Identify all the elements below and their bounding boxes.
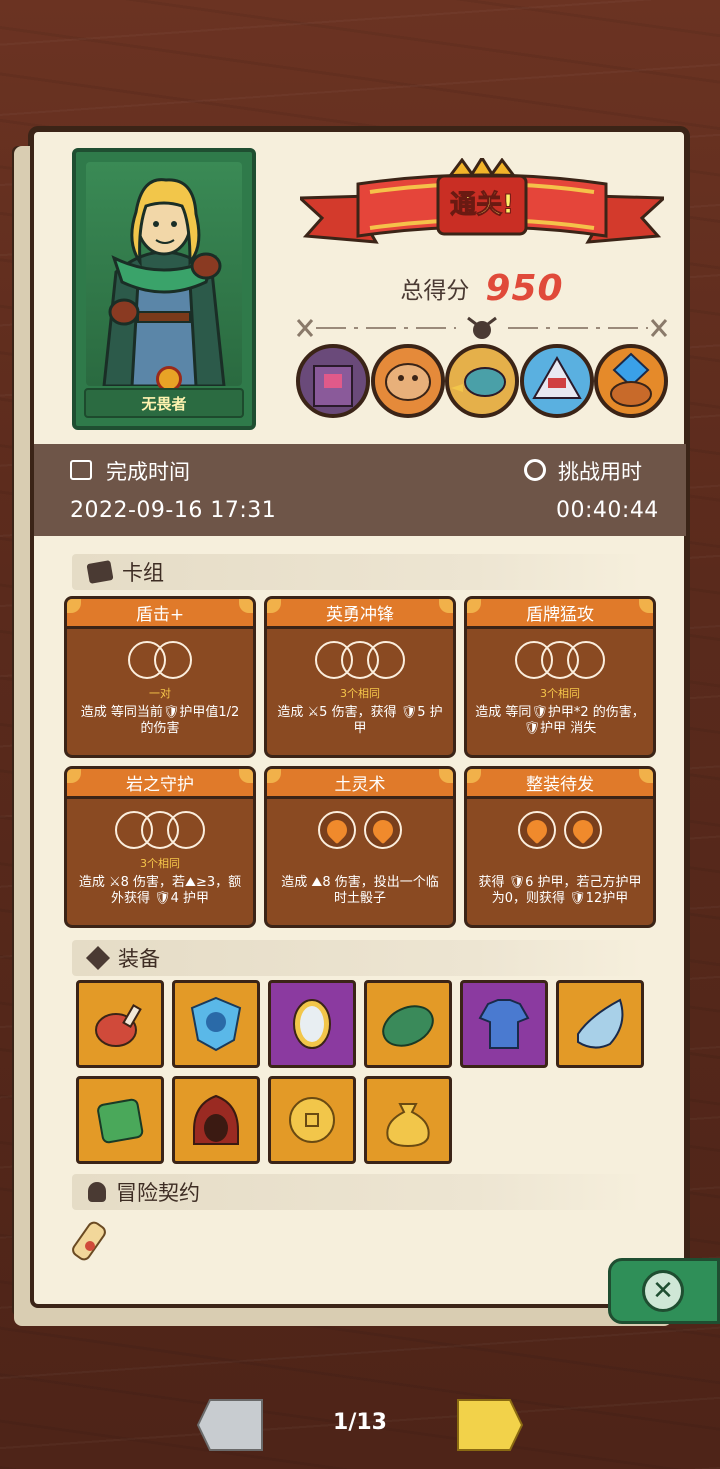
red-hood-icon[interactable] [172,1076,260,1164]
calendar-icon [70,460,92,480]
skill-card[interactable]: 盾牌猛攻 3个相同 造成 等同🛡护甲*2 的伤害，🛡护甲 消失 [464,596,656,758]
ice-beast-icon[interactable] [519,344,594,418]
dice-rule [467,855,653,871]
money-bag-icon[interactable] [364,1076,452,1164]
equipment-section-title: 装备 [118,947,160,971]
dice-slot [367,641,405,679]
close-button[interactable]: ✕ [642,1270,684,1312]
earth-dice-icon [564,811,602,849]
blue-tunic-icon[interactable] [460,980,548,1068]
dice-slot [567,641,605,679]
finish-time-value: 2022-09-16 17:31 [70,498,277,523]
hero-card[interactable]: 无畏者 [72,148,256,430]
card-description: 造成 ⚔5 伤害，获得 🛡5 护甲 [277,705,443,736]
turtle-shell-icon[interactable] [364,980,452,1068]
dice-rule [267,855,453,871]
card-description: 造成 等同当前🛡护甲值1/2 的伤害 [80,705,240,736]
hero-name: 无畏者 [84,388,244,418]
person-icon [88,1182,106,1202]
dice-rule: 3个相同 [340,687,380,700]
card-title: 盾击+ [67,599,253,629]
pumpkin-shield-icon[interactable] [172,980,260,1068]
duration-value: 00:40:44 [556,498,659,523]
skill-card[interactable]: 土灵术 造成 ⛰8 伤害，投出一个临时土骰子 [264,766,456,928]
dice-requirement [267,805,453,855]
skill-card[interactable]: 英勇冲锋 3个相同 造成 ⚔5 伤害，获得 🛡5 护甲 [264,596,456,758]
close-icon: ✕ [652,1276,674,1306]
boss-list [296,344,668,428]
skill-card[interactable]: 盾击+ 一对 造成 等同当前🛡护甲值1/2 的伤害 [64,596,256,758]
horn-icon[interactable] [556,980,644,1068]
crystal-demon-icon[interactable] [594,344,668,418]
skill-card[interactable]: 整装待发 获得 🛡6 护甲，若己方护甲为0，则获得 🛡12护甲 [464,766,656,928]
bird-shaman-icon[interactable] [445,344,519,418]
boss-divider [296,316,668,340]
card-description: 造成 ⛰8 伤害，投出一个临时土骰子 [281,875,439,906]
stone-golem-icon[interactable] [296,344,370,418]
dice-requirement [67,635,253,685]
ham-icon[interactable] [76,980,164,1068]
stopwatch-icon [524,459,546,481]
score-value: 950 [485,267,564,309]
magic-mirror-icon[interactable] [268,980,356,1068]
card-title: 英勇冲锋 [267,599,453,629]
finish-time-label: 完成时间 [106,460,190,484]
card-description: 获得 🛡6 护甲，若己方护甲为0，则获得 🛡12护甲 [478,875,642,906]
banner-title: 通关! [450,190,515,221]
deck-section-header: 卡组 [72,554,646,590]
duration-label: 挑战用时 [558,460,642,484]
score-label: 总得分 [400,278,470,304]
prev-page-button[interactable] [196,1396,268,1454]
skill-card[interactable]: 岩之守护 3个相同 造成 ⚔8 伤害，若⛰≥3，额外获得 🛡4 护甲 [64,766,256,928]
scroll-icon[interactable] [66,1216,116,1266]
victory-banner: 通关! [296,155,668,262]
dice-requirement [267,635,453,685]
next-page-button[interactable] [452,1396,524,1454]
earth-dice-icon [318,811,356,849]
contract-section-header: 冒险契约 [72,1174,646,1210]
dice-rule: 3个相同 [140,857,180,870]
card-title: 盾牌猛攻 [467,599,653,629]
dice-rule: 一对 [149,687,171,700]
hero-portrait [86,162,242,386]
dice-rule: 3个相同 [540,687,580,700]
earth-dice-icon [364,811,402,849]
box-icon [85,945,111,971]
card-description: 造成 ⚔8 伤害，若⛰≥3，额外获得 🛡4 护甲 [78,875,242,906]
boar-warrior-icon[interactable] [370,344,445,418]
card-description: 造成 等同🛡护甲*2 的伤害，🛡护甲 消失 [475,705,645,736]
time-strip: 完成时间 2022-09-16 17:31 挑战用时 00:40:44 [34,444,686,536]
dice-requirement [467,635,653,685]
card-title: 土灵术 [267,769,453,799]
dice-requirement [467,805,653,855]
cards-icon [86,560,114,584]
card-title: 岩之守护 [67,769,253,799]
card-title: 整装待发 [467,769,653,799]
dice-slot [167,811,205,849]
dice-requirement [67,805,253,855]
gold-coin-icon[interactable] [268,1076,356,1164]
score-row: 总得分 950 [300,266,664,310]
dice-slot [154,641,192,679]
earth-dice-icon [518,811,556,849]
deck-section-title: 卡组 [122,561,164,585]
equipment-section-header: 装备 [72,940,646,976]
contract-section-title: 冒险契约 [116,1181,200,1205]
page-indicator: 1/13 [333,1410,387,1435]
moss-stone-icon[interactable] [76,1076,164,1164]
